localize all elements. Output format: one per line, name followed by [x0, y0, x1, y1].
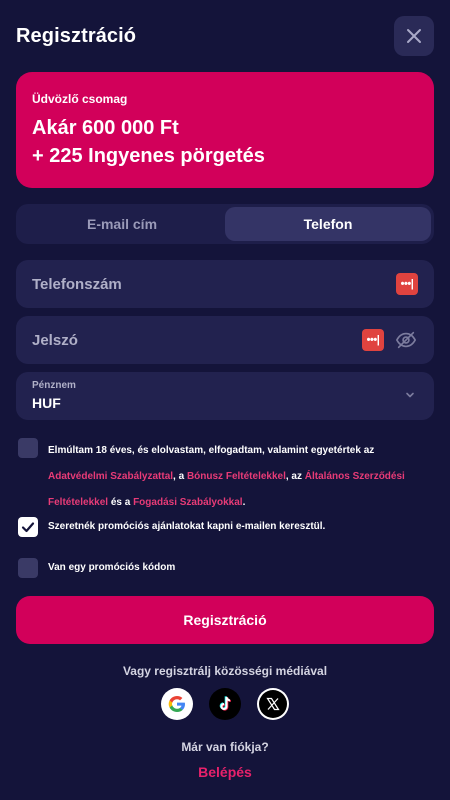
promo-free-spins: + 225 Ingyenes pörgetés	[32, 145, 265, 167]
google-signup-button[interactable]	[161, 688, 193, 720]
privacy-policy-link[interactable]: Adatvédelmi Szabályzattal	[48, 471, 173, 482]
consent-text-part: , a	[173, 471, 185, 482]
currency-select[interactable]: Pénznem HUF	[16, 372, 434, 420]
header: Regisztráció	[16, 16, 434, 56]
betting-rules-link[interactable]: Fogadási Szabályokkal	[133, 497, 243, 508]
phone-input[interactable]	[32, 275, 396, 293]
currency-value: HUF	[32, 395, 61, 411]
eye-off-icon	[395, 331, 417, 349]
tab-phone[interactable]: Telefon	[225, 207, 431, 241]
checkmark-icon	[21, 522, 35, 533]
currency-label: Pénznem	[32, 380, 76, 391]
google-icon	[168, 696, 185, 712]
promo-emails-label: Szeretnék promóciós ajánlatokat kapni e-…	[48, 521, 326, 532]
phone-field: •••|	[16, 260, 434, 308]
toggle-password-visibility-button[interactable]	[394, 328, 418, 352]
bonus-terms-link[interactable]: Bónusz Feltételekkel	[187, 471, 286, 482]
promo-code-checkbox[interactable]	[18, 558, 38, 578]
register-button[interactable]: Regisztráció	[16, 596, 434, 644]
close-icon	[407, 29, 421, 43]
password-input[interactable]	[32, 331, 362, 349]
promo-amount: Akár 600 000 Ft	[32, 117, 179, 139]
consent-text: Elmúltam 18 éves, és elolvastam, elfogad…	[48, 438, 418, 516]
promo-label: Üdvözlő csomag	[32, 92, 128, 106]
login-link[interactable]: Belépés	[0, 764, 450, 780]
password-field: •••|	[16, 316, 434, 364]
consent-text-part: Elmúltam 18 éves, és elolvastam, elfogad…	[48, 445, 375, 456]
social-signup-buttons	[0, 688, 450, 720]
page-title: Regisztráció	[16, 24, 137, 47]
consent-text-part: , az	[285, 471, 302, 482]
tiktok-icon	[219, 696, 231, 711]
tab-email[interactable]: E-mail cím	[19, 207, 225, 241]
x-signup-button[interactable]	[257, 688, 289, 720]
promo-emails-checkbox[interactable]	[18, 517, 38, 537]
social-signup-title: Vagy regisztrálj közösségi médiával	[122, 664, 328, 678]
password-manager-icon[interactable]: •••|	[396, 273, 418, 295]
promo-code-label: Van egy promóciós kódom	[48, 562, 176, 573]
chevron-down-icon	[406, 392, 414, 398]
age-terms-checkbox[interactable]	[18, 438, 38, 458]
welcome-package-banner: Üdvözlő csomag Akár 600 000 Ft + 225 Ing…	[16, 72, 434, 188]
x-icon-bg	[259, 690, 287, 718]
signup-method-tabs: E-mail cím Telefon	[16, 204, 434, 244]
have-account-text: Már van fiókja?	[181, 740, 269, 754]
consent-text-part: és a	[110, 497, 131, 508]
close-button[interactable]	[394, 16, 434, 56]
consent-text-part: .	[242, 497, 246, 508]
password-manager-icon[interactable]: •••|	[362, 329, 384, 351]
tiktok-signup-button[interactable]	[209, 688, 241, 720]
x-icon	[266, 697, 280, 711]
